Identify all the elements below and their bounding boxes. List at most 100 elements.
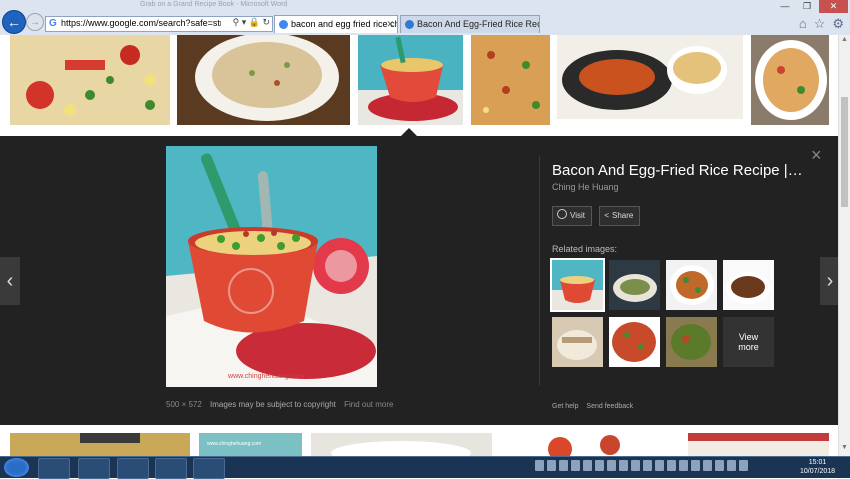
result-thumbnail[interactable] (471, 35, 550, 125)
tray-icon[interactable] (595, 460, 604, 471)
address-url[interactable]: https://www.google.com/search?safe=stric… (61, 18, 221, 28)
address-tools[interactable]: ⚲ ▾ 🔒 ↻ (233, 17, 270, 28)
tray-icon[interactable] (631, 460, 640, 471)
result-thumbnail[interactable] (557, 35, 743, 119)
find-out-more-link[interactable]: Find out more (344, 400, 393, 409)
image-preview-panel: ‹ › www.chinghehuang.com 500 × 572 Image… (0, 136, 838, 425)
tray-icon[interactable] (607, 460, 616, 471)
file-explorer-taskbar-icon[interactable] (78, 458, 110, 479)
start-button[interactable] (4, 458, 29, 477)
thumbnail-watermark: www.chinghehuang.com (207, 441, 261, 447)
tray-icon[interactable] (667, 460, 676, 471)
image-watermark: www.chinghehuang.com (227, 373, 304, 380)
visit-label: Visit (570, 211, 585, 220)
forward-button[interactable]: → (26, 13, 44, 31)
result-thumbnail[interactable]: www.chinghehuang.com (199, 433, 302, 456)
tray-icon[interactable] (547, 460, 556, 471)
result-thumbnail-selected[interactable] (358, 35, 463, 125)
window-title: Grab on a Grand Recipe Book - Microsoft … (140, 1, 288, 8)
result-thumbnail[interactable] (751, 35, 829, 125)
send-feedback-link[interactable]: Send feedback (586, 403, 633, 410)
image-meta: 500 × 572 Images may be subject to copyr… (166, 400, 393, 409)
preview-sidebar: Bacon And Egg-Fried Rice Recipe |… Ching… (550, 162, 822, 367)
windows-taskbar: 15:01 10/07/2018 (0, 456, 850, 479)
tab-recipe[interactable]: Bacon And Egg-Fried Rice Reci... (400, 15, 540, 33)
browser-toolbar: ⌂ ☆ ⚙ (799, 16, 844, 32)
panel-divider (539, 156, 540, 386)
system-clock[interactable]: 15:01 10/07/2018 (800, 458, 835, 476)
arrow-left-icon: ← (7, 14, 21, 30)
tab-google-search[interactable]: bacon and egg fried rice chi... ✕ (274, 15, 398, 33)
result-thumbnail[interactable] (500, 433, 681, 456)
close-preview-button[interactable]: × (811, 145, 822, 166)
copyright-notice: Images may be subject to copyright (210, 400, 336, 409)
outlook-taskbar-icon[interactable] (155, 458, 187, 479)
panel-footer-links: Get help Send feedback (552, 403, 633, 410)
gear-icon[interactable]: ⚙ (832, 16, 844, 32)
tray-icon[interactable] (619, 460, 628, 471)
share-icon: < (604, 211, 609, 220)
tray-icon[interactable] (715, 460, 724, 471)
address-bar[interactable]: G https://www.google.com/search?safe=str… (45, 16, 273, 32)
minimize-button[interactable]: — (775, 0, 795, 13)
tray-icon[interactable] (679, 460, 688, 471)
result-thumbnail[interactable] (311, 433, 492, 456)
arrow-right-icon: → (30, 16, 40, 28)
related-image[interactable] (552, 317, 603, 367)
visit-button[interactable]: Visit (552, 206, 592, 226)
close-window-button[interactable]: ✕ (819, 0, 848, 13)
scrollbar-thumb[interactable] (841, 97, 848, 207)
tray-icon[interactable] (643, 460, 652, 471)
back-button[interactable]: ← (2, 10, 26, 34)
result-thumbnail[interactable] (177, 35, 350, 125)
network-icon[interactable] (727, 460, 736, 471)
browser-chrome: Grab on a Grand Recipe Book - Microsoft … (0, 0, 850, 35)
related-image[interactable] (666, 317, 717, 367)
related-image[interactable] (723, 260, 774, 310)
globe-icon (557, 209, 567, 219)
tray-icon[interactable] (571, 460, 580, 471)
clock-date: 10/07/2018 (800, 468, 836, 475)
scroll-down-icon[interactable]: ▼ (840, 444, 849, 454)
google-tab-icon (279, 20, 288, 29)
clock-time: 15:01 (808, 459, 827, 466)
star-icon[interactable]: ☆ (814, 16, 826, 32)
word-taskbar-icon[interactable] (193, 458, 225, 479)
related-image[interactable] (550, 258, 605, 312)
related-images-grid: View more (550, 258, 782, 370)
media-player-taskbar-icon[interactable] (117, 458, 149, 479)
flag-icon[interactable] (691, 460, 700, 471)
volume-icon[interactable] (739, 460, 748, 471)
close-tab-icon[interactable]: ✕ (386, 19, 394, 30)
result-thumbnail[interactable] (10, 35, 170, 125)
result-thumbnail[interactable] (10, 433, 190, 456)
bluetooth-icon[interactable] (583, 460, 592, 471)
chevron-left-icon: ‹ (6, 269, 14, 292)
tray-icon[interactable] (655, 460, 664, 471)
scroll-up-icon[interactable]: ▲ (840, 36, 849, 46)
related-image[interactable] (609, 260, 660, 310)
share-button[interactable]: < Share (599, 206, 641, 226)
result-thumbnail[interactable] (688, 433, 829, 456)
maximize-button[interactable]: ❐ (797, 0, 817, 13)
image-results-page: ‹ › www.chinghehuang.com 500 × 572 Image… (0, 35, 838, 456)
view-more-line2: more (738, 342, 759, 352)
page-scrollbar[interactable]: ▲ ▼ (838, 35, 850, 456)
related-images-label: Related images: (552, 244, 618, 254)
printer-icon[interactable] (535, 460, 544, 471)
system-tray (535, 460, 748, 476)
preview-image[interactable]: www.chinghehuang.com (166, 146, 377, 387)
next-image-button[interactable]: › (820, 257, 838, 305)
tab-label: Bacon And Egg-Fried Rice Reci... (417, 19, 540, 29)
related-image[interactable] (666, 260, 717, 310)
view-more-button[interactable]: View more (723, 317, 774, 367)
get-help-link[interactable]: Get help (552, 403, 578, 410)
tray-icon[interactable] (703, 460, 712, 471)
internet-explorer-taskbar-icon[interactable] (38, 458, 70, 479)
result-title[interactable]: Bacon And Egg-Fried Rice Recipe |… (552, 162, 822, 179)
close-icon: × (811, 145, 822, 165)
previous-image-button[interactable]: ‹ (0, 257, 20, 305)
tray-icon[interactable] (559, 460, 568, 471)
related-image[interactable] (609, 317, 660, 367)
home-icon[interactable]: ⌂ (799, 16, 807, 32)
